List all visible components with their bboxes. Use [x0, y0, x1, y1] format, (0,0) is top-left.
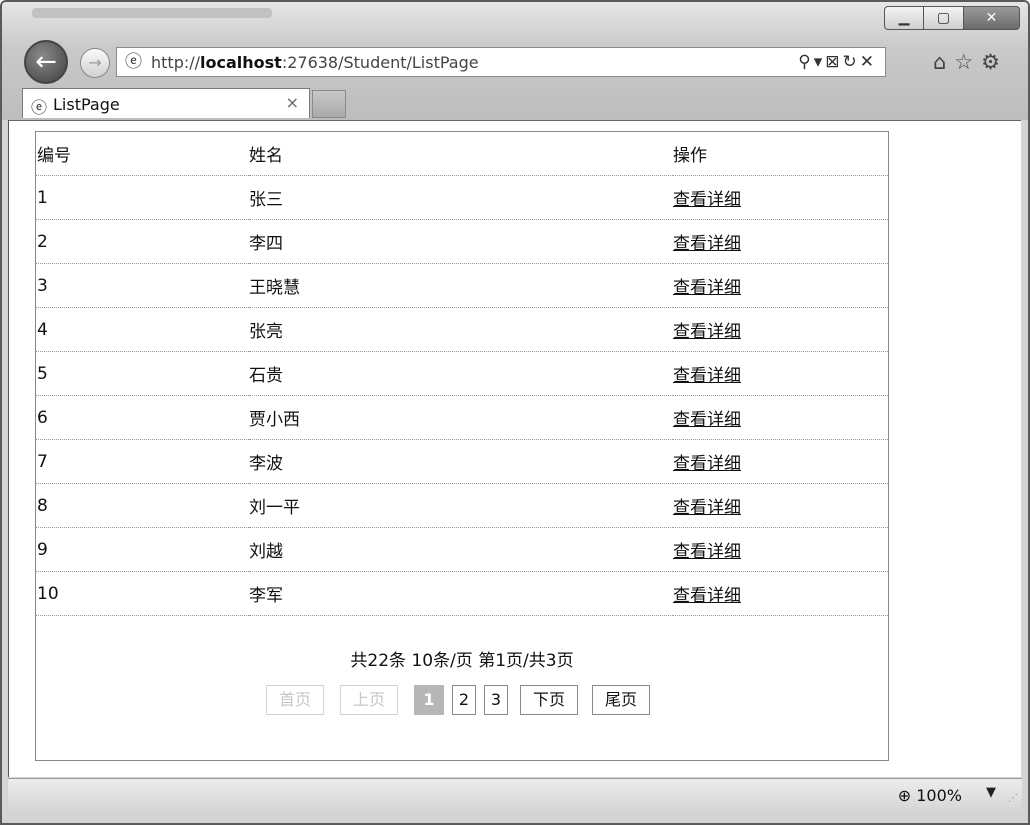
table-row: 10 李军 查看详细: [36, 571, 888, 616]
view-details-link[interactable]: 查看详细: [673, 366, 741, 386]
favorites-star-icon[interactable]: ☆: [954, 50, 981, 74]
cell-name: 张三: [249, 175, 673, 220]
first-page-button[interactable]: 首页: [266, 685, 324, 715]
prev-page-button[interactable]: 上页: [340, 685, 398, 715]
cell-action: 查看详细: [673, 351, 888, 396]
cell-action: 查看详细: [673, 395, 888, 440]
cell-action: 查看详细: [673, 175, 888, 220]
header-action: 操作: [673, 132, 888, 176]
cell-action: 查看详细: [673, 439, 888, 484]
last-page-button[interactable]: 尾页: [592, 685, 650, 715]
cell-action: 查看详细: [673, 571, 888, 616]
cell-id: 3: [36, 263, 249, 308]
address-url: http://localhost:27638/Student/ListPage: [151, 53, 479, 72]
view-details-link[interactable]: 查看详细: [673, 410, 741, 430]
window-title-bar: [32, 8, 272, 18]
view-details-link[interactable]: 查看详细: [673, 278, 741, 298]
zoom-dropdown-icon[interactable]: ▼: [986, 785, 996, 800]
maximize-button[interactable]: ▢: [924, 6, 964, 30]
cell-name: 张亮: [249, 307, 673, 352]
cell-name: 李军: [249, 571, 673, 616]
cell-action: 查看详细: [673, 263, 888, 308]
ie-tab-icon: ⓔ: [31, 98, 48, 117]
address-bar[interactable]: ⓔ http://localhost:27638/Student/ListPag…: [116, 47, 886, 77]
view-details-link[interactable]: 查看详细: [673, 322, 741, 342]
cell-action: 查看详细: [673, 307, 888, 352]
table-row: 9 刘越 查看详细: [36, 527, 888, 572]
compat-view-icon[interactable]: ⊠: [825, 52, 842, 72]
gear-icon[interactable]: ⚙: [981, 50, 1008, 74]
header-name: 姓名: [249, 132, 673, 176]
zoom-level[interactable]: ⊕ 100%: [898, 786, 962, 805]
cell-id: 7: [36, 439, 249, 484]
view-details-link[interactable]: 查看详细: [673, 542, 741, 562]
table-row: 8 刘一平 查看详细: [36, 483, 888, 528]
table-row: 4 张亮 查看详细: [36, 307, 888, 352]
view-details-link[interactable]: 查看详细: [673, 234, 741, 254]
next-page-button[interactable]: 下页: [520, 685, 578, 715]
cell-name: 贾小西: [249, 395, 673, 440]
home-icon[interactable]: ⌂: [933, 50, 954, 74]
cell-id: 1: [36, 175, 249, 220]
new-tab-button[interactable]: [312, 90, 346, 118]
cell-id: 4: [36, 307, 249, 352]
forward-button[interactable]: →: [80, 48, 110, 78]
close-window-button[interactable]: ✕: [964, 6, 1020, 30]
student-table: 编号 姓名 操作 1 张三 查看详细 2 李四 查看详细 3 王晓慧 查看详细 4 张亮 查看详细 5 石…: [36, 132, 888, 616]
minimize-button[interactable]: ▁: [884, 6, 924, 30]
cell-id: 6: [36, 395, 249, 440]
dropdown-icon[interactable]: ▾: [814, 52, 826, 72]
zoom-icon: ⊕: [897, 786, 912, 805]
status-bar: ⊕ 100% ▼ ⋰: [8, 778, 1022, 811]
cell-name: 王晓慧: [249, 263, 673, 308]
student-list-panel: 编号 姓名 操作 1 张三 查看详细 2 李四 查看详细 3 王晓慧 查看详细 4 张亮 查看详细 5 石…: [35, 131, 889, 761]
ie-page-icon: ⓔ: [125, 52, 142, 72]
cell-action: 查看详细: [673, 483, 888, 528]
browser-window: ▁ ▢ ✕ ← → ⓔ http://localhost:27638/Stude…: [0, 0, 1030, 825]
cell-name: 石贵: [249, 351, 673, 396]
table-row: 1 张三 查看详细: [36, 175, 888, 220]
stop-icon[interactable]: ✕: [860, 52, 877, 72]
refresh-icon[interactable]: ↻: [843, 52, 860, 72]
table-row: 5 石贵 查看详细: [36, 351, 888, 396]
header-id: 编号: [36, 132, 249, 176]
tab-close-button[interactable]: ×: [286, 93, 299, 112]
toolbar-icons: ⌂☆⚙: [933, 50, 1008, 74]
view-details-link[interactable]: 查看详细: [673, 454, 741, 474]
cell-action: 查看详细: [673, 527, 888, 572]
table-row: 6 贾小西 查看详细: [36, 395, 888, 440]
pagination-summary: 共22条 10条/页 第1页/共3页: [350, 651, 574, 671]
cell-id: 8: [36, 483, 249, 528]
back-button[interactable]: ←: [24, 40, 68, 84]
cell-name: 刘一平: [249, 483, 673, 528]
window-controls: ▁ ▢ ✕: [884, 6, 1020, 30]
view-details-link[interactable]: 查看详细: [673, 190, 741, 210]
page-1-button[interactable]: 1: [414, 685, 444, 715]
table-row: 7 李波 查看详细: [36, 439, 888, 484]
search-icon[interactable]: ⚲: [798, 52, 813, 72]
browser-chrome: ▁ ▢ ✕ ← → ⓔ http://localhost:27638/Stude…: [2, 2, 1028, 120]
page-content: 编号 姓名 操作 1 张三 查看详细 2 李四 查看详细 3 王晓慧 查看详细 4 张亮 查看详细 5 石…: [8, 120, 1021, 777]
table-row: 2 李四 查看详细: [36, 219, 888, 264]
navigation-bar: ← → ⓔ http://localhost:27638/Student/Lis…: [24, 40, 1014, 84]
cell-name: 刘越: [249, 527, 673, 572]
cell-name: 李四: [249, 219, 673, 264]
cell-name: 李波: [249, 439, 673, 484]
table-header-row: 编号 姓名 操作: [36, 132, 888, 176]
page-2-button[interactable]: 2: [452, 685, 476, 715]
address-tools: ⚲▾⊠↻✕: [798, 52, 877, 72]
view-details-link[interactable]: 查看详细: [673, 586, 741, 606]
cell-id: 9: [36, 527, 249, 572]
table-row: 3 王晓慧 查看详细: [36, 263, 888, 308]
cell-id: 10: [36, 571, 249, 616]
cell-id: 5: [36, 351, 249, 396]
view-details-link[interactable]: 查看详细: [673, 498, 741, 518]
cell-id: 2: [36, 219, 249, 264]
page-3-button[interactable]: 3: [484, 685, 508, 715]
tab-listpage[interactable]: ⓔ ListPage ×: [22, 88, 310, 118]
tab-title: ListPage: [53, 95, 120, 114]
resize-grip-icon[interactable]: ⋰: [1008, 793, 1018, 804]
cell-action: 查看详细: [673, 219, 888, 264]
